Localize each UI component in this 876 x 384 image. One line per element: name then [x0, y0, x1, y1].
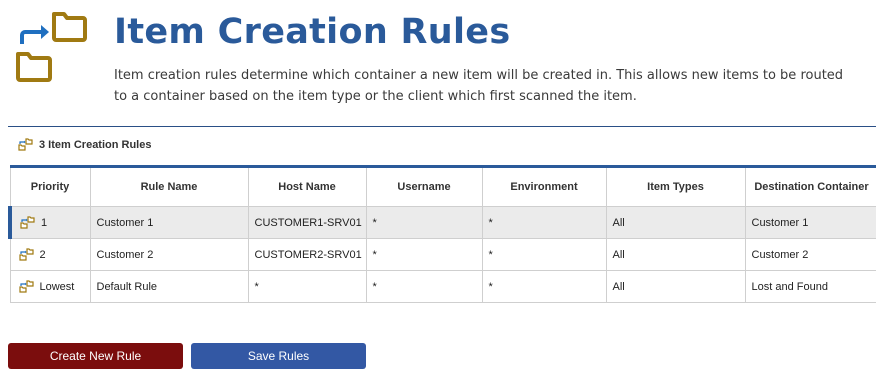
save-rules-button[interactable]: Save Rules	[191, 343, 366, 369]
rule-name-cell: Customer 2	[89, 238, 249, 271]
rules-table: Priority Rule Name Host Name Username En…	[8, 165, 876, 303]
item-types-cell: All	[605, 238, 746, 271]
table-row[interactable]: 2 Customer 2 CUSTOMER2-SRV01 * * All Cus…	[9, 238, 876, 271]
column-header-host-name[interactable]: Host Name	[247, 166, 367, 207]
folder-route-icon	[20, 216, 35, 229]
rules-count-text: 3 Item Creation Rules	[39, 138, 152, 151]
priority-cell: Lowest	[9, 270, 91, 303]
priority-value: 1	[41, 216, 48, 229]
destination-cell: Customer 2	[744, 238, 876, 271]
table-row[interactable]: 1 Customer 1 CUSTOMER1-SRV01 * * All Cus…	[8, 206, 876, 239]
rules-count-label: 3 Item Creation Rules	[18, 138, 151, 151]
item-types-cell: All	[605, 270, 746, 303]
folder-route-icon	[18, 280, 34, 293]
page-description: Item creation rules determine which cont…	[114, 68, 844, 104]
environment-cell: *	[481, 270, 607, 303]
rule-name-cell: Default Rule	[89, 270, 249, 303]
priority-value: 2	[39, 248, 46, 261]
column-header-username[interactable]: Username	[365, 166, 483, 207]
folder-route-icon	[14, 10, 94, 86]
priority-cell: 2	[9, 238, 91, 271]
column-header-priority[interactable]: Priority	[9, 166, 91, 207]
column-header-destination-container[interactable]: Destination Container	[744, 166, 876, 207]
table-row[interactable]: Lowest Default Rule * * * All Lost and F…	[9, 270, 876, 303]
priority-cell: 1	[8, 206, 91, 239]
item-types-cell: All	[605, 206, 746, 239]
column-header-environment[interactable]: Environment	[481, 166, 607, 207]
username-cell: *	[365, 206, 483, 239]
username-cell: *	[365, 270, 483, 303]
environment-cell: *	[481, 238, 607, 271]
column-header-rule-name[interactable]: Rule Name	[89, 166, 249, 207]
priority-value: Lowest	[39, 280, 75, 293]
username-cell: *	[365, 238, 483, 271]
page-title: Item Creation Rules	[114, 12, 511, 52]
host-name-cell: CUSTOMER1-SRV01	[247, 206, 367, 239]
host-name-cell: *	[247, 270, 367, 303]
host-name-cell: CUSTOMER2-SRV01	[247, 238, 367, 271]
destination-cell: Customer 1	[744, 206, 876, 239]
table-header-row: Priority Rule Name Host Name Username En…	[9, 166, 876, 207]
header-divider	[8, 126, 876, 127]
destination-cell: Lost and Found	[744, 270, 876, 303]
rule-name-cell: Customer 1	[89, 206, 249, 239]
folder-route-icon	[18, 138, 33, 151]
environment-cell: *	[481, 206, 607, 239]
column-header-item-types[interactable]: Item Types	[605, 166, 746, 207]
folder-route-icon	[18, 248, 34, 261]
create-new-rule-button[interactable]: Create New Rule	[8, 343, 183, 369]
